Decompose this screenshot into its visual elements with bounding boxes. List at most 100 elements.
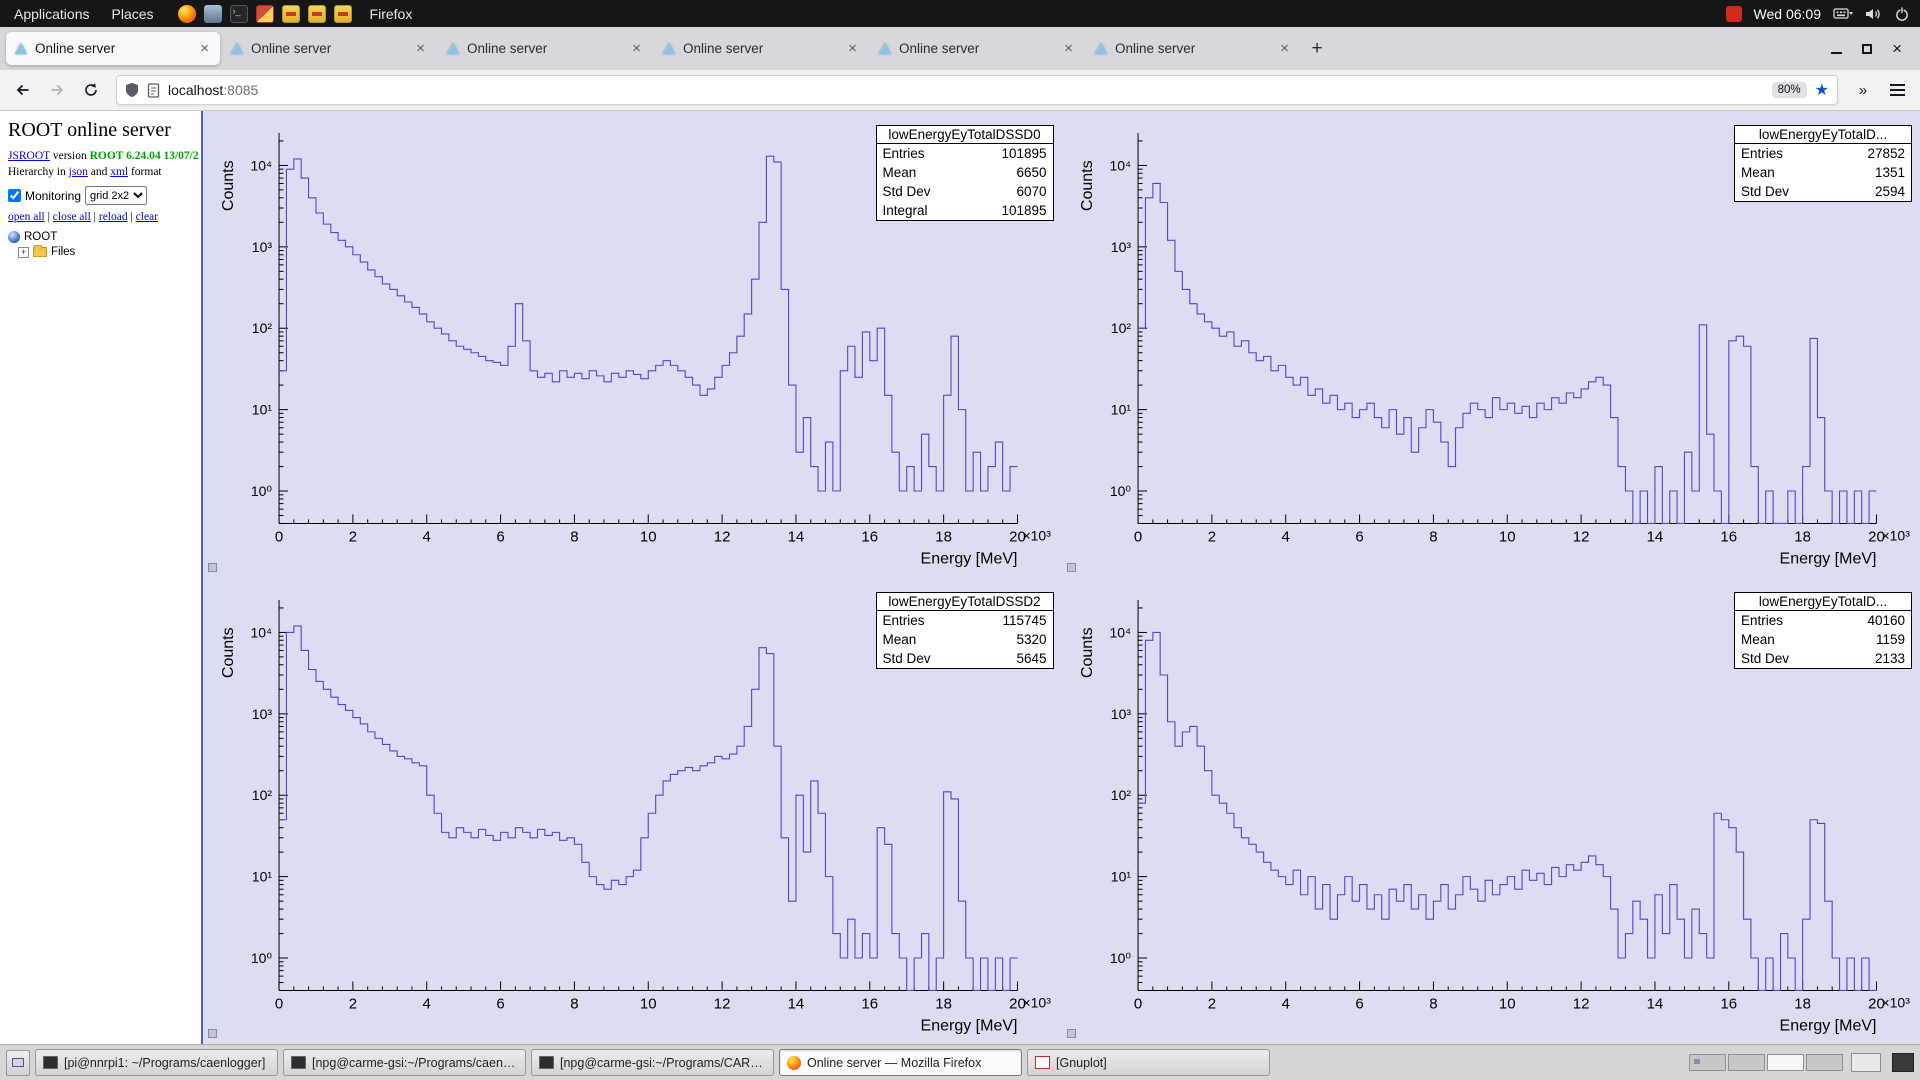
tab-close-icon[interactable]: × xyxy=(1278,40,1291,57)
clock[interactable]: Wed 06:09 xyxy=(1754,6,1821,22)
reload-link[interactable]: reload xyxy=(99,211,128,223)
tray-widget[interactable] xyxy=(1851,1053,1881,1072)
tab-online-server-3[interactable]: Online server × xyxy=(438,32,652,65)
stats-box[interactable]: lowEnergyEyTotalDSSD0Entries101895Mean66… xyxy=(876,125,1054,221)
app-icon-4[interactable] xyxy=(334,5,352,23)
power-icon[interactable] xyxy=(1894,6,1910,22)
histogram-pad-2[interactable]: 0246810121416182010⁰10¹10²10³10⁴CountsEn… xyxy=(203,578,1062,1045)
tab-close-icon[interactable]: × xyxy=(846,40,859,57)
grid-layout-select[interactable]: grid 2x2 xyxy=(85,186,147,205)
svg-text:6: 6 xyxy=(1355,995,1363,1012)
back-button[interactable] xyxy=(8,75,38,105)
tab-close-icon[interactable]: × xyxy=(1062,40,1075,57)
pad-resize-marker[interactable] xyxy=(208,563,217,572)
hamburger-menu-icon[interactable] xyxy=(1882,75,1912,105)
tab-online-server-2[interactable]: Online server × xyxy=(222,32,436,65)
svg-text:10³: 10³ xyxy=(252,239,273,255)
svg-text:10: 10 xyxy=(640,528,657,545)
keyboard-input-icon[interactable] xyxy=(1833,7,1853,21)
forward-button[interactable] xyxy=(42,75,72,105)
zoom-level-badge[interactable]: 80% xyxy=(1772,82,1807,98)
workspace-cell-2[interactable] xyxy=(1728,1054,1765,1071)
stats-row: Std Dev2133 xyxy=(1735,649,1911,668)
window-controls: × xyxy=(1831,40,1914,57)
stats-box[interactable]: lowEnergyEyTotalDSSD2Entries115745Mean53… xyxy=(876,592,1054,669)
tab-online-server-5[interactable]: Online server × xyxy=(870,32,1084,65)
task-window-gnuplot[interactable]: [Gnuplot] xyxy=(1027,1049,1270,1076)
overflow-menu-icon[interactable]: » xyxy=(1848,75,1878,105)
terminal-launcher-icon[interactable] xyxy=(230,5,248,23)
url-text[interactable]: localhost:8085 xyxy=(168,82,1764,98)
tab-title: Online server xyxy=(35,41,190,56)
page-info-icon[interactable] xyxy=(147,83,160,98)
shield-icon[interactable] xyxy=(125,82,139,98)
url-bar[interactable]: localhost:8085 80% ★ xyxy=(116,75,1838,105)
tab-close-icon[interactable]: × xyxy=(414,40,427,57)
stats-box[interactable]: lowEnergyEyTotalD...Entries40160Mean1159… xyxy=(1734,592,1912,669)
svg-text:12: 12 xyxy=(714,528,731,545)
svg-text:16: 16 xyxy=(861,995,878,1012)
workspace-cell-3[interactable] xyxy=(1767,1054,1804,1071)
workspace-cell-1[interactable] xyxy=(1689,1054,1726,1071)
app-icon-2[interactable] xyxy=(282,5,300,23)
app-icon-3[interactable] xyxy=(308,5,326,23)
volume-icon[interactable] xyxy=(1865,6,1882,22)
active-app-label[interactable]: Firefox xyxy=(366,6,417,22)
file-manager-icon[interactable] xyxy=(204,5,222,23)
jsroot-favicon xyxy=(447,43,459,54)
tab-close-icon[interactable]: × xyxy=(630,40,643,57)
clear-link[interactable]: clear xyxy=(136,211,158,223)
terminal-icon xyxy=(291,1056,306,1069)
app-icon-1[interactable] xyxy=(256,5,274,23)
tree-item-files[interactable]: + Files xyxy=(18,246,193,258)
stats-title: lowEnergyEyTotalD... xyxy=(1735,126,1911,144)
json-link[interactable]: json xyxy=(69,166,88,178)
svg-text:0: 0 xyxy=(275,995,283,1012)
close-all-link[interactable]: close all xyxy=(53,211,91,223)
svg-text:4: 4 xyxy=(423,528,431,545)
jsroot-link[interactable]: JSROOT xyxy=(8,150,50,162)
histogram-pad-0[interactable]: 0246810121416182010⁰10¹10²10³10⁴CountsEn… xyxy=(203,111,1062,578)
close-window-button[interactable]: × xyxy=(1892,40,1902,57)
stats-box[interactable]: lowEnergyEyTotalD...Entries27852Mean1351… xyxy=(1734,125,1912,202)
firefox-launcher-icon[interactable] xyxy=(178,5,196,23)
expand-plus-icon[interactable]: + xyxy=(18,247,29,258)
launcher-icons xyxy=(178,5,352,23)
xml-link[interactable]: xml xyxy=(110,166,128,178)
trash-applet[interactable] xyxy=(1892,1053,1914,1072)
task-window-firefox[interactable]: Online server — Mozilla Firefox xyxy=(779,1049,1022,1076)
show-desktop-button[interactable] xyxy=(6,1050,30,1076)
bookmark-star-icon[interactable]: ★ xyxy=(1815,80,1829,100)
tree-item-root[interactable]: ROOT xyxy=(8,231,193,243)
task-window-terminal-3[interactable]: [npg@carme-gsi:~/Programs/CARME... xyxy=(531,1049,774,1076)
histogram-pad-1[interactable]: 0246810121416182010⁰10¹10²10³10⁴CountsEn… xyxy=(1062,111,1920,578)
page-content: ROOT online server JSROOT version ROOT 6… xyxy=(0,111,1920,1044)
svg-text:2: 2 xyxy=(349,528,357,545)
stats-row: Entries40160 xyxy=(1735,611,1911,630)
stats-row: Entries27852 xyxy=(1735,144,1911,163)
workspace-cell-4[interactable] xyxy=(1806,1054,1843,1071)
tab-online-server-1[interactable]: Online server × xyxy=(6,32,220,65)
task-window-terminal-1[interactable]: [pi@nnrpi1: ~/Programs/caenlogger] xyxy=(35,1049,278,1076)
histogram-pad-3[interactable]: 0246810121416182010⁰10¹10²10³10⁴CountsEn… xyxy=(1062,578,1920,1045)
new-tab-button[interactable]: + xyxy=(1302,34,1332,64)
reload-button[interactable] xyxy=(76,75,106,105)
pad-resize-marker[interactable] xyxy=(1067,563,1076,572)
pad-resize-marker[interactable] xyxy=(1067,1029,1076,1038)
task-window-terminal-2[interactable]: [npg@carme-gsi:~/Programs/caenlo... xyxy=(283,1049,526,1076)
stats-row: Entries115745 xyxy=(877,611,1053,630)
notification-icon[interactable] xyxy=(1726,6,1742,22)
jsroot-favicon xyxy=(231,43,243,54)
minimize-button[interactable] xyxy=(1831,52,1842,54)
pad-resize-marker[interactable] xyxy=(208,1029,217,1038)
svg-text:16: 16 xyxy=(861,528,878,545)
tab-close-icon[interactable]: × xyxy=(198,40,211,57)
monitoring-checkbox[interactable] xyxy=(8,189,21,202)
applications-menu[interactable]: Applications xyxy=(10,6,94,22)
places-menu[interactable]: Places xyxy=(108,6,158,22)
open-all-link[interactable]: open all xyxy=(8,211,45,223)
svg-text:18: 18 xyxy=(1794,528,1811,545)
maximize-button[interactable] xyxy=(1862,44,1872,54)
tab-online-server-6[interactable]: Online server × xyxy=(1086,32,1300,65)
tab-online-server-4[interactable]: Online server × xyxy=(654,32,868,65)
